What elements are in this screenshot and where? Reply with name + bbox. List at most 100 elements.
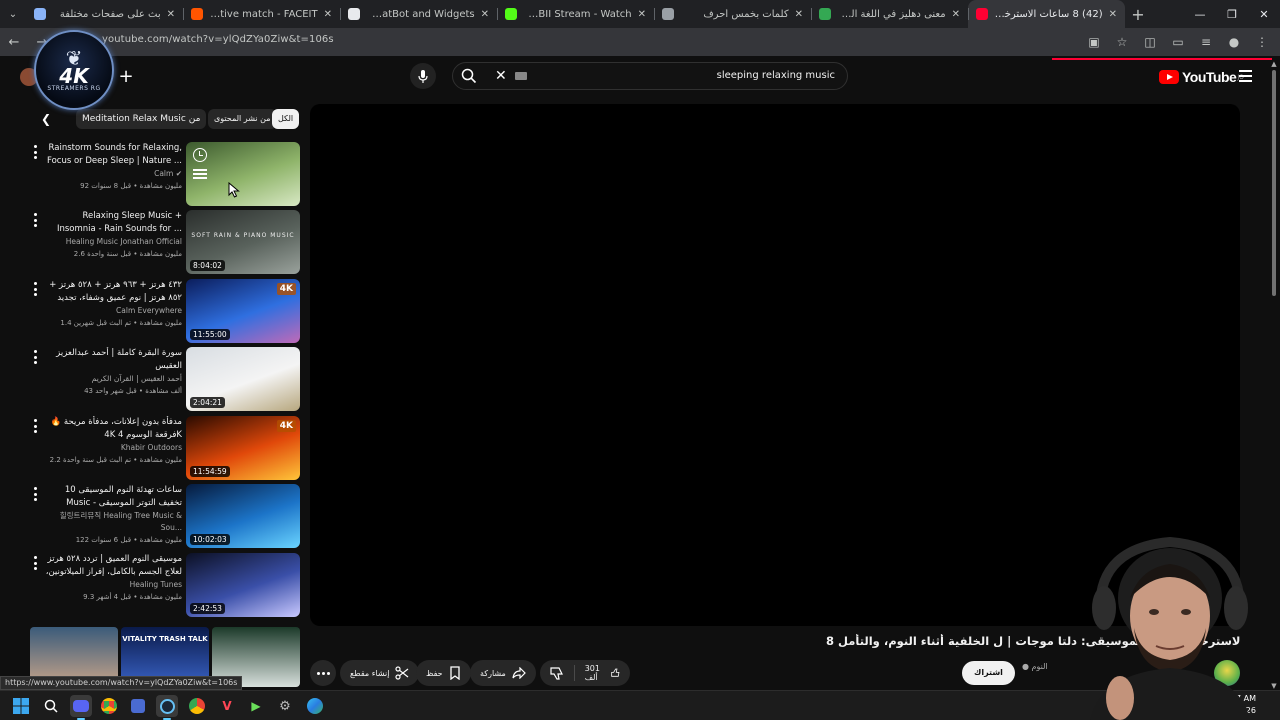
- valorant-icon[interactable]: V: [216, 695, 238, 717]
- save-button[interactable]: حفظ: [416, 660, 471, 686]
- chrome-profile-icon[interactable]: [186, 695, 208, 717]
- related-video-channel[interactable]: 힐링트리뮤직 Healing Tree Music & Sou...: [44, 510, 182, 534]
- close-window-icon[interactable]: ✕: [1248, 0, 1280, 28]
- add-to-queue-icon[interactable]: [193, 169, 207, 179]
- dislike-button[interactable]: [540, 660, 574, 686]
- tab-close-icon[interactable]: ✕: [795, 9, 803, 20]
- search-input[interactable]: sleeping relaxing music: [717, 70, 835, 81]
- profile-avatar-icon[interactable]: ●: [1220, 28, 1248, 56]
- channel-name[interactable]: ● النوم: [1022, 662, 1048, 671]
- tab-search-icon[interactable]: ⌄: [0, 1, 26, 27]
- related-video-title[interactable]: موسيقى النوم العميق | تردد ٥٢٨ هرتز لعلا…: [44, 553, 182, 579]
- browser-tab[interactable]: FACEIT competitive match - FACEIT ✕: [183, 0, 340, 28]
- related-video-title[interactable]: 10 ساعات تهدئة النوم الموسيقى Music تخفي…: [44, 484, 182, 510]
- more-options-icon[interactable]: [32, 213, 38, 227]
- tab-close-icon[interactable]: ✕: [638, 9, 646, 20]
- browser-tab[interactable]: كلمات بخمس أحرف ✕: [654, 0, 811, 28]
- more-options-icon[interactable]: [32, 350, 38, 364]
- chip-from-channel[interactable]: Meditation Relax Music من: [76, 109, 207, 129]
- install-app-icon[interactable]: ▣: [1080, 28, 1108, 56]
- steam-icon[interactable]: [156, 695, 178, 720]
- scrollbar-thumb[interactable]: [1272, 70, 1276, 296]
- more-options-icon[interactable]: [32, 419, 38, 433]
- clear-search-icon[interactable]: ✕: [495, 68, 507, 84]
- cast-icon[interactable]: ▭: [1164, 28, 1192, 56]
- like-button[interactable]: 301 ألف: [575, 660, 631, 686]
- minimize-icon[interactable]: —: [1184, 0, 1216, 28]
- clip-button[interactable]: إنشاء مقطع: [340, 660, 420, 686]
- related-video-thumbnail[interactable]: [186, 142, 300, 206]
- related-video-item[interactable]: سورة البقرة كاملة | أحمد عبدالعزيز العقي…: [26, 347, 300, 413]
- bookmark-star-icon[interactable]: ☆: [1108, 28, 1136, 56]
- browser-tab[interactable]: The best ChatBot and Widgets ✕: [340, 0, 497, 28]
- tab-close-icon[interactable]: ✕: [952, 9, 960, 20]
- more-options-icon[interactable]: [32, 282, 38, 296]
- tab-close-icon[interactable]: ✕: [1109, 9, 1117, 20]
- related-video-thumbnail[interactable]: 4K 11:54:59: [186, 416, 300, 480]
- url-field[interactable]: youtube.com/watch?v=ylQdZYa0Ziw&t=106s: [102, 34, 334, 45]
- related-video-channel[interactable]: Khabir Outdoors: [44, 442, 182, 454]
- game-launcher-icon[interactable]: ▶: [245, 695, 267, 717]
- related-video-item[interactable]: Rainstorm Sounds for Relaxing, Focus or …: [26, 142, 300, 208]
- related-video-thumbnail[interactable]: 2:42:53: [186, 553, 300, 617]
- related-video-item[interactable]: ٤٣٢ هرتز + ٩٦٣ هرتز + ٥٢٨ هرتز + ٨٥٢ هرت…: [26, 279, 300, 345]
- watch-later-icon[interactable]: [193, 148, 207, 162]
- voice-search-button[interactable]: [410, 63, 436, 89]
- related-video-thumbnail[interactable]: 10:02:03: [186, 484, 300, 548]
- youtube-logo[interactable]: YouTube JO: [1159, 69, 1244, 85]
- extensions-icon[interactable]: ◫: [1136, 28, 1164, 56]
- related-video-channel[interactable]: Calm ✔: [44, 168, 182, 180]
- keyboard-icon[interactable]: [515, 72, 527, 80]
- related-video-title[interactable]: ٤٣٢ هرتز + ٩٦٣ هرتز + ٥٢٨ هرتز + ٨٥٢ هرت…: [44, 279, 182, 305]
- chevron-left-icon[interactable]: ❮: [38, 112, 54, 128]
- browser-tab[interactable]: (42) 8 ساعات الاسترخاء الموسيقى ✕: [968, 0, 1125, 28]
- create-button[interactable]: +: [116, 67, 136, 87]
- related-video-item[interactable]: 🔥 مدفأة بدون إعلانات، مدفأة مريحة 4K فرق…: [26, 416, 300, 482]
- browser-menu-icon[interactable]: ⋮: [1248, 28, 1276, 56]
- tab-close-icon[interactable]: ✕: [324, 9, 332, 20]
- related-video-thumbnail[interactable]: 4K 11:55:00: [186, 279, 300, 343]
- tab-close-icon[interactable]: ✕: [167, 9, 175, 20]
- related-video-item[interactable]: موسيقى النوم العميق | تردد ٥٢٨ هرتز لعلا…: [26, 553, 300, 619]
- share-button[interactable]: مشاركة: [470, 660, 536, 686]
- related-video-channel[interactable]: Healing Music Jonathan Official: [44, 236, 182, 248]
- settings-app-icon[interactable]: ⚙: [274, 695, 296, 717]
- chrome-icon[interactable]: [98, 695, 120, 717]
- tab-close-icon[interactable]: ✕: [481, 9, 489, 20]
- search-icon[interactable]: [461, 68, 477, 87]
- related-video-thumbnail[interactable]: SOFT RAIN & PIANO MUSIC 8:04:02: [186, 210, 300, 274]
- related-video-title[interactable]: 🔥 مدفأة بدون إعلانات، مدفأة مريحة 4K فرق…: [44, 416, 182, 442]
- browser-tab[interactable]: ALMUGHRABII Stream - Watch ✕: [497, 0, 654, 28]
- more-options-icon[interactable]: [32, 487, 38, 501]
- scroll-up-icon[interactable]: ▲: [1270, 60, 1278, 68]
- chip-all[interactable]: الكل: [272, 109, 300, 129]
- tab-title: بث على صفحات مختلفة: [59, 8, 161, 20]
- browser-tab[interactable]: بث على صفحات مختلفة ✕: [26, 0, 183, 28]
- more-actions-button[interactable]: [310, 660, 336, 686]
- related-video-channel[interactable]: أحمد العقيس | القرآن الكريم: [44, 373, 182, 385]
- windows-start-icon[interactable]: [10, 695, 32, 717]
- related-video-item[interactable]: Relaxing Sleep Music + Insomnia - Rain S…: [26, 210, 300, 276]
- reading-list-icon[interactable]: ≡: [1192, 28, 1220, 56]
- related-video-channel[interactable]: Calm Everywhere: [44, 305, 182, 317]
- related-video-title[interactable]: سورة البقرة كاملة | أحمد عبدالعزيز العقي…: [44, 347, 182, 373]
- chip-uploader[interactable]: من نشر المحتوى: [208, 109, 277, 129]
- restore-icon[interactable]: ❐: [1216, 0, 1248, 28]
- edge-icon[interactable]: [304, 695, 326, 717]
- subscribe-button[interactable]: اشتراك: [962, 661, 1015, 685]
- app-icon[interactable]: [127, 695, 149, 717]
- related-video-channel[interactable]: Healing Tunes: [44, 579, 182, 591]
- related-video-title[interactable]: Relaxing Sleep Music + Insomnia - Rain S…: [44, 210, 182, 236]
- taskbar-search-icon[interactable]: [40, 695, 62, 717]
- discord-icon[interactable]: [70, 695, 92, 720]
- more-options-icon[interactable]: [32, 556, 38, 570]
- back-icon[interactable]: ←: [0, 28, 28, 56]
- hamburger-menu-icon[interactable]: [1239, 70, 1252, 82]
- tab-title: معنى دهليز في اللغة العربية - بد: [837, 8, 946, 20]
- related-video-item[interactable]: 10 ساعات تهدئة النوم الموسيقى Music تخفي…: [26, 484, 300, 550]
- more-options-icon[interactable]: [32, 145, 38, 159]
- related-video-thumbnail[interactable]: 2:04:21: [186, 347, 300, 411]
- related-video-title[interactable]: Rainstorm Sounds for Relaxing, Focus or …: [44, 142, 182, 168]
- browser-tab[interactable]: معنى دهليز في اللغة العربية - بد ✕: [811, 0, 968, 28]
- new-tab-button[interactable]: +: [1125, 5, 1151, 24]
